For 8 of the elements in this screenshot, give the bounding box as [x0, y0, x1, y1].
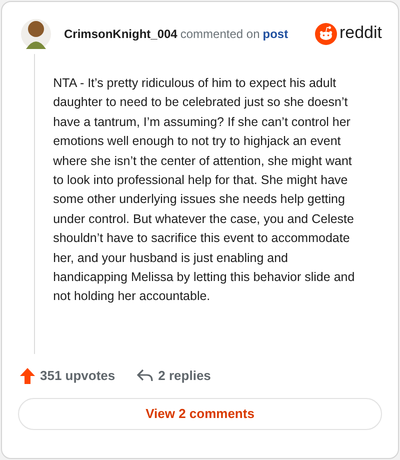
upvote-count: 351 upvotes	[40, 367, 116, 385]
brand-name: reddit	[339, 24, 382, 44]
view-comments-button[interactable]: View 2 comments	[18, 398, 382, 430]
post-link[interactable]: post	[262, 25, 288, 43]
username[interactable]: CrimsonKnight_004	[64, 25, 178, 43]
comment-text: NTA - It’s pretty ridiculous of him to expect his adult daughter to need to be celebrated just so she doesn’t have a tantrum, I’m assuming? If she can’t control her emotions well enough to not try to highjack an event where she isn’t the center of attention, she might want to look into professional help for that. She might have some other underlying issues she needs help getting under control. But whatever the case, you and Celeste shouldn’t have to sacrifice this event to accommodate her, and your husband is just enabling and handicapping Melissa by letting this behavior slide and not holding her accountable.	[53, 75, 356, 306]
reply-count: 2 replies	[158, 367, 211, 385]
action-text: commented on	[180, 26, 260, 43]
